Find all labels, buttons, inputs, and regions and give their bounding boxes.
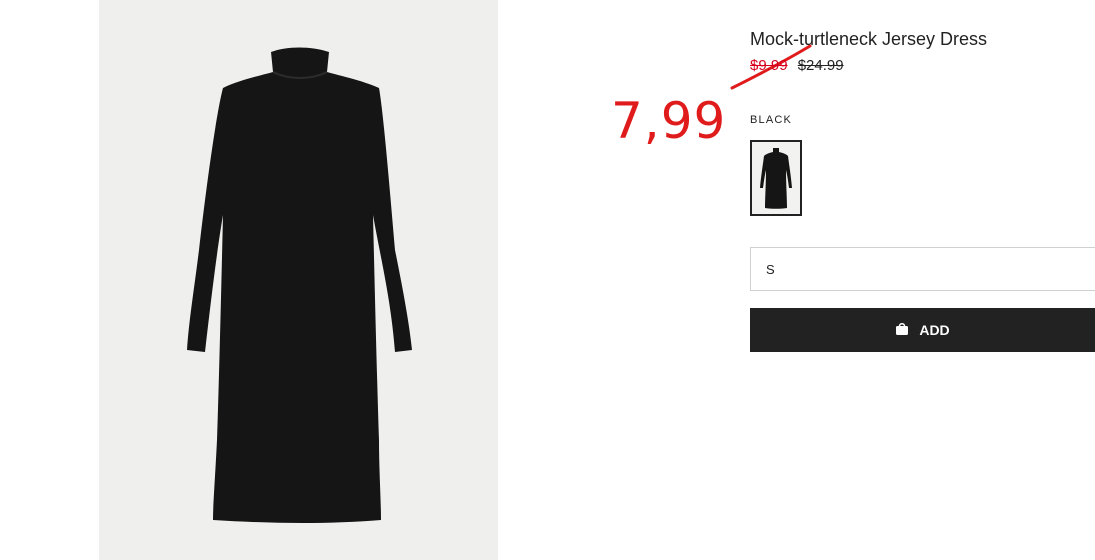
handwritten-price-annotation: 7,99 [611, 92, 727, 150]
size-select[interactable]: S [750, 247, 1095, 291]
shopping-bag-icon [895, 322, 909, 338]
product-title: Mock-turtleneck Jersey Dress [750, 29, 988, 49]
sale-price: $9.99 [750, 57, 788, 74]
product-image [99, 0, 498, 560]
price-row: $9.99 $24.99 [750, 57, 844, 74]
add-button-label: ADD [919, 322, 950, 338]
add-to-bag-button[interactable]: ADD [750, 308, 1095, 352]
color-label: BLACK [750, 114, 793, 126]
original-price: $24.99 [797, 57, 844, 74]
dress-illustration [187, 47, 412, 523]
color-swatch-black[interactable] [750, 140, 802, 216]
swatch-dress-thumbnail [760, 148, 792, 209]
